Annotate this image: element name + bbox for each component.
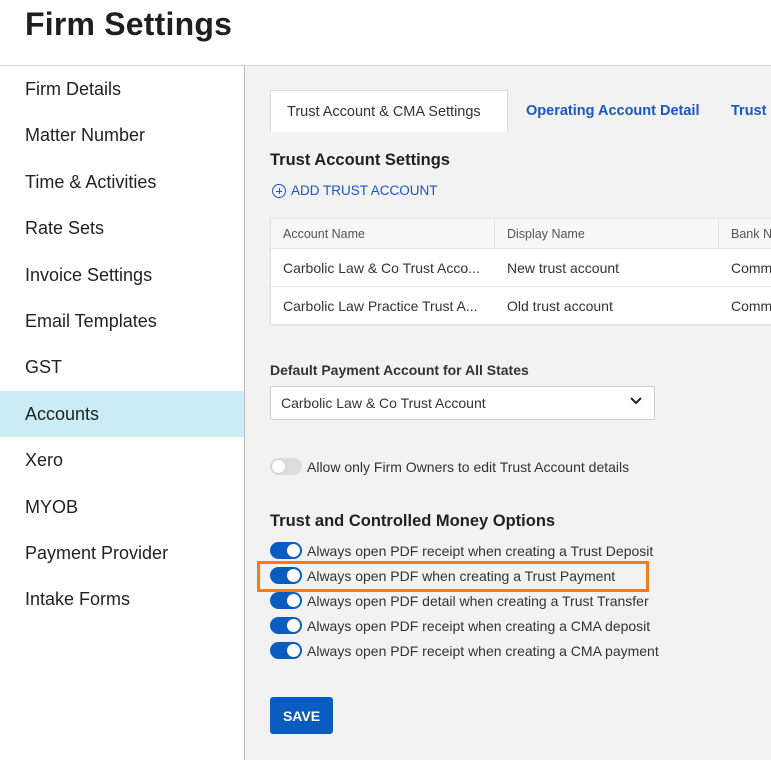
sidebar-item-invoice-settings[interactable]: Invoice Settings <box>0 252 244 298</box>
trust-account-settings-heading: Trust Account Settings <box>270 151 450 169</box>
table-cell-bank-name: Comm <box>731 298 771 314</box>
sidebar-item-firm-details[interactable]: Firm Details <box>0 66 244 112</box>
sidebar-item-myob[interactable]: MYOB <box>0 484 244 530</box>
sidebar-item-rate-sets[interactable]: Rate Sets <box>0 205 244 251</box>
table-cell-display-name: New trust account <box>507 260 620 276</box>
toggle-knob <box>287 644 300 657</box>
pdf-cma-payment-toggle[interactable] <box>270 642 302 659</box>
money-option-label: Always open PDF receipt when creating a … <box>307 642 659 659</box>
table-row[interactable]: Carbolic Law & Co Trust Acco... New trus… <box>271 249 771 287</box>
table-cell-account-name: Carbolic Law & Co Trust Acco... <box>283 260 480 276</box>
save-button[interactable]: SAVE <box>270 697 333 734</box>
firm-owners-toggle-row: Allow only Firm Owners to edit Trust Acc… <box>270 458 629 475</box>
tab-trust-account-cma-settings[interactable]: Trust Account & CMA Settings <box>270 90 508 132</box>
toggle-knob <box>287 619 300 632</box>
column-header-display-name[interactable]: Display Name <box>495 219 719 248</box>
page-title: Firm Settings <box>25 6 233 42</box>
table-cell-display-name: Old trust account <box>507 298 613 314</box>
main-panel: Trust Account & CMA Settings Operating A… <box>244 65 771 760</box>
money-option-label: Always open PDF receipt when creating a … <box>307 617 651 634</box>
pdf-trust-deposit-toggle[interactable] <box>270 542 302 559</box>
add-trust-account-link[interactable]: ADD TRUST ACCOUNT <box>272 183 438 198</box>
column-header-bank-name[interactable]: Bank N <box>719 219 771 248</box>
sidebar-item-matter-number[interactable]: Matter Number <box>0 112 244 158</box>
table-header-row: Account Name Display Name Bank N <box>271 219 771 249</box>
money-option-row: Always open PDF receipt when creating a … <box>270 642 659 659</box>
table-row[interactable]: Carbolic Law Practice Trust A... Old tru… <box>271 287 771 324</box>
firm-settings-page: Firm Settings Firm Details Matter Number… <box>0 0 771 760</box>
toggle-knob <box>272 460 285 473</box>
money-option-row: Always open PDF receipt when creating a … <box>270 542 653 559</box>
money-options-heading: Trust and Controlled Money Options <box>270 512 556 530</box>
pdf-cma-deposit-toggle[interactable] <box>270 617 302 634</box>
default-payment-account-select[interactable]: Carbolic Law & Co Trust Account <box>270 386 655 420</box>
default-payment-account-label: Default Payment Account for All States <box>270 362 529 378</box>
sidebar-item-payment-provider[interactable]: Payment Provider <box>0 530 244 576</box>
add-trust-account-label: ADD TRUST ACCOUNT <box>291 183 438 198</box>
table-cell-bank-name: Comm <box>731 260 771 276</box>
tab-operating-account-detail[interactable]: Operating Account Detail <box>526 90 699 132</box>
tab-trust-more[interactable]: Trust & <box>731 90 771 132</box>
table-cell-account-name: Carbolic Law Practice Trust A... <box>283 298 478 314</box>
tab-bar: Trust Account & CMA Settings Operating A… <box>270 90 771 132</box>
money-option-label: Always open PDF receipt when creating a … <box>307 542 654 559</box>
column-header-account-name[interactable]: Account Name <box>271 219 495 248</box>
sidebar-item-email-templates[interactable]: Email Templates <box>0 298 244 344</box>
chevron-down-icon <box>630 397 642 405</box>
toggle-knob <box>287 594 300 607</box>
money-option-label: Always open PDF detail when creating a T… <box>307 592 649 609</box>
toggle-knob <box>287 544 300 557</box>
sidebar-item-time-activities[interactable]: Time & Activities <box>0 159 244 205</box>
add-circle-icon <box>272 183 286 198</box>
highlight-box <box>257 561 649 592</box>
trust-accounts-table: Account Name Display Name Bank N Carboli… <box>270 218 771 325</box>
sidebar-item-accounts[interactable]: Accounts <box>0 390 244 438</box>
sidebar: Firm Details Matter Number Time & Activi… <box>0 65 244 760</box>
pdf-trust-transfer-toggle[interactable] <box>270 592 302 609</box>
sidebar-item-gst[interactable]: GST <box>0 344 244 390</box>
money-option-row: Always open PDF receipt when creating a … <box>270 617 650 634</box>
sidebar-item-intake-forms[interactable]: Intake Forms <box>0 576 244 622</box>
default-payment-account-value: Carbolic Law & Co Trust Account <box>281 395 486 411</box>
firm-owners-toggle-label: Allow only Firm Owners to edit Trust Acc… <box>307 458 630 475</box>
firm-owners-toggle[interactable] <box>270 458 302 475</box>
money-option-row: Always open PDF detail when creating a T… <box>270 592 649 609</box>
sidebar-item-xero[interactable]: Xero <box>0 437 244 483</box>
